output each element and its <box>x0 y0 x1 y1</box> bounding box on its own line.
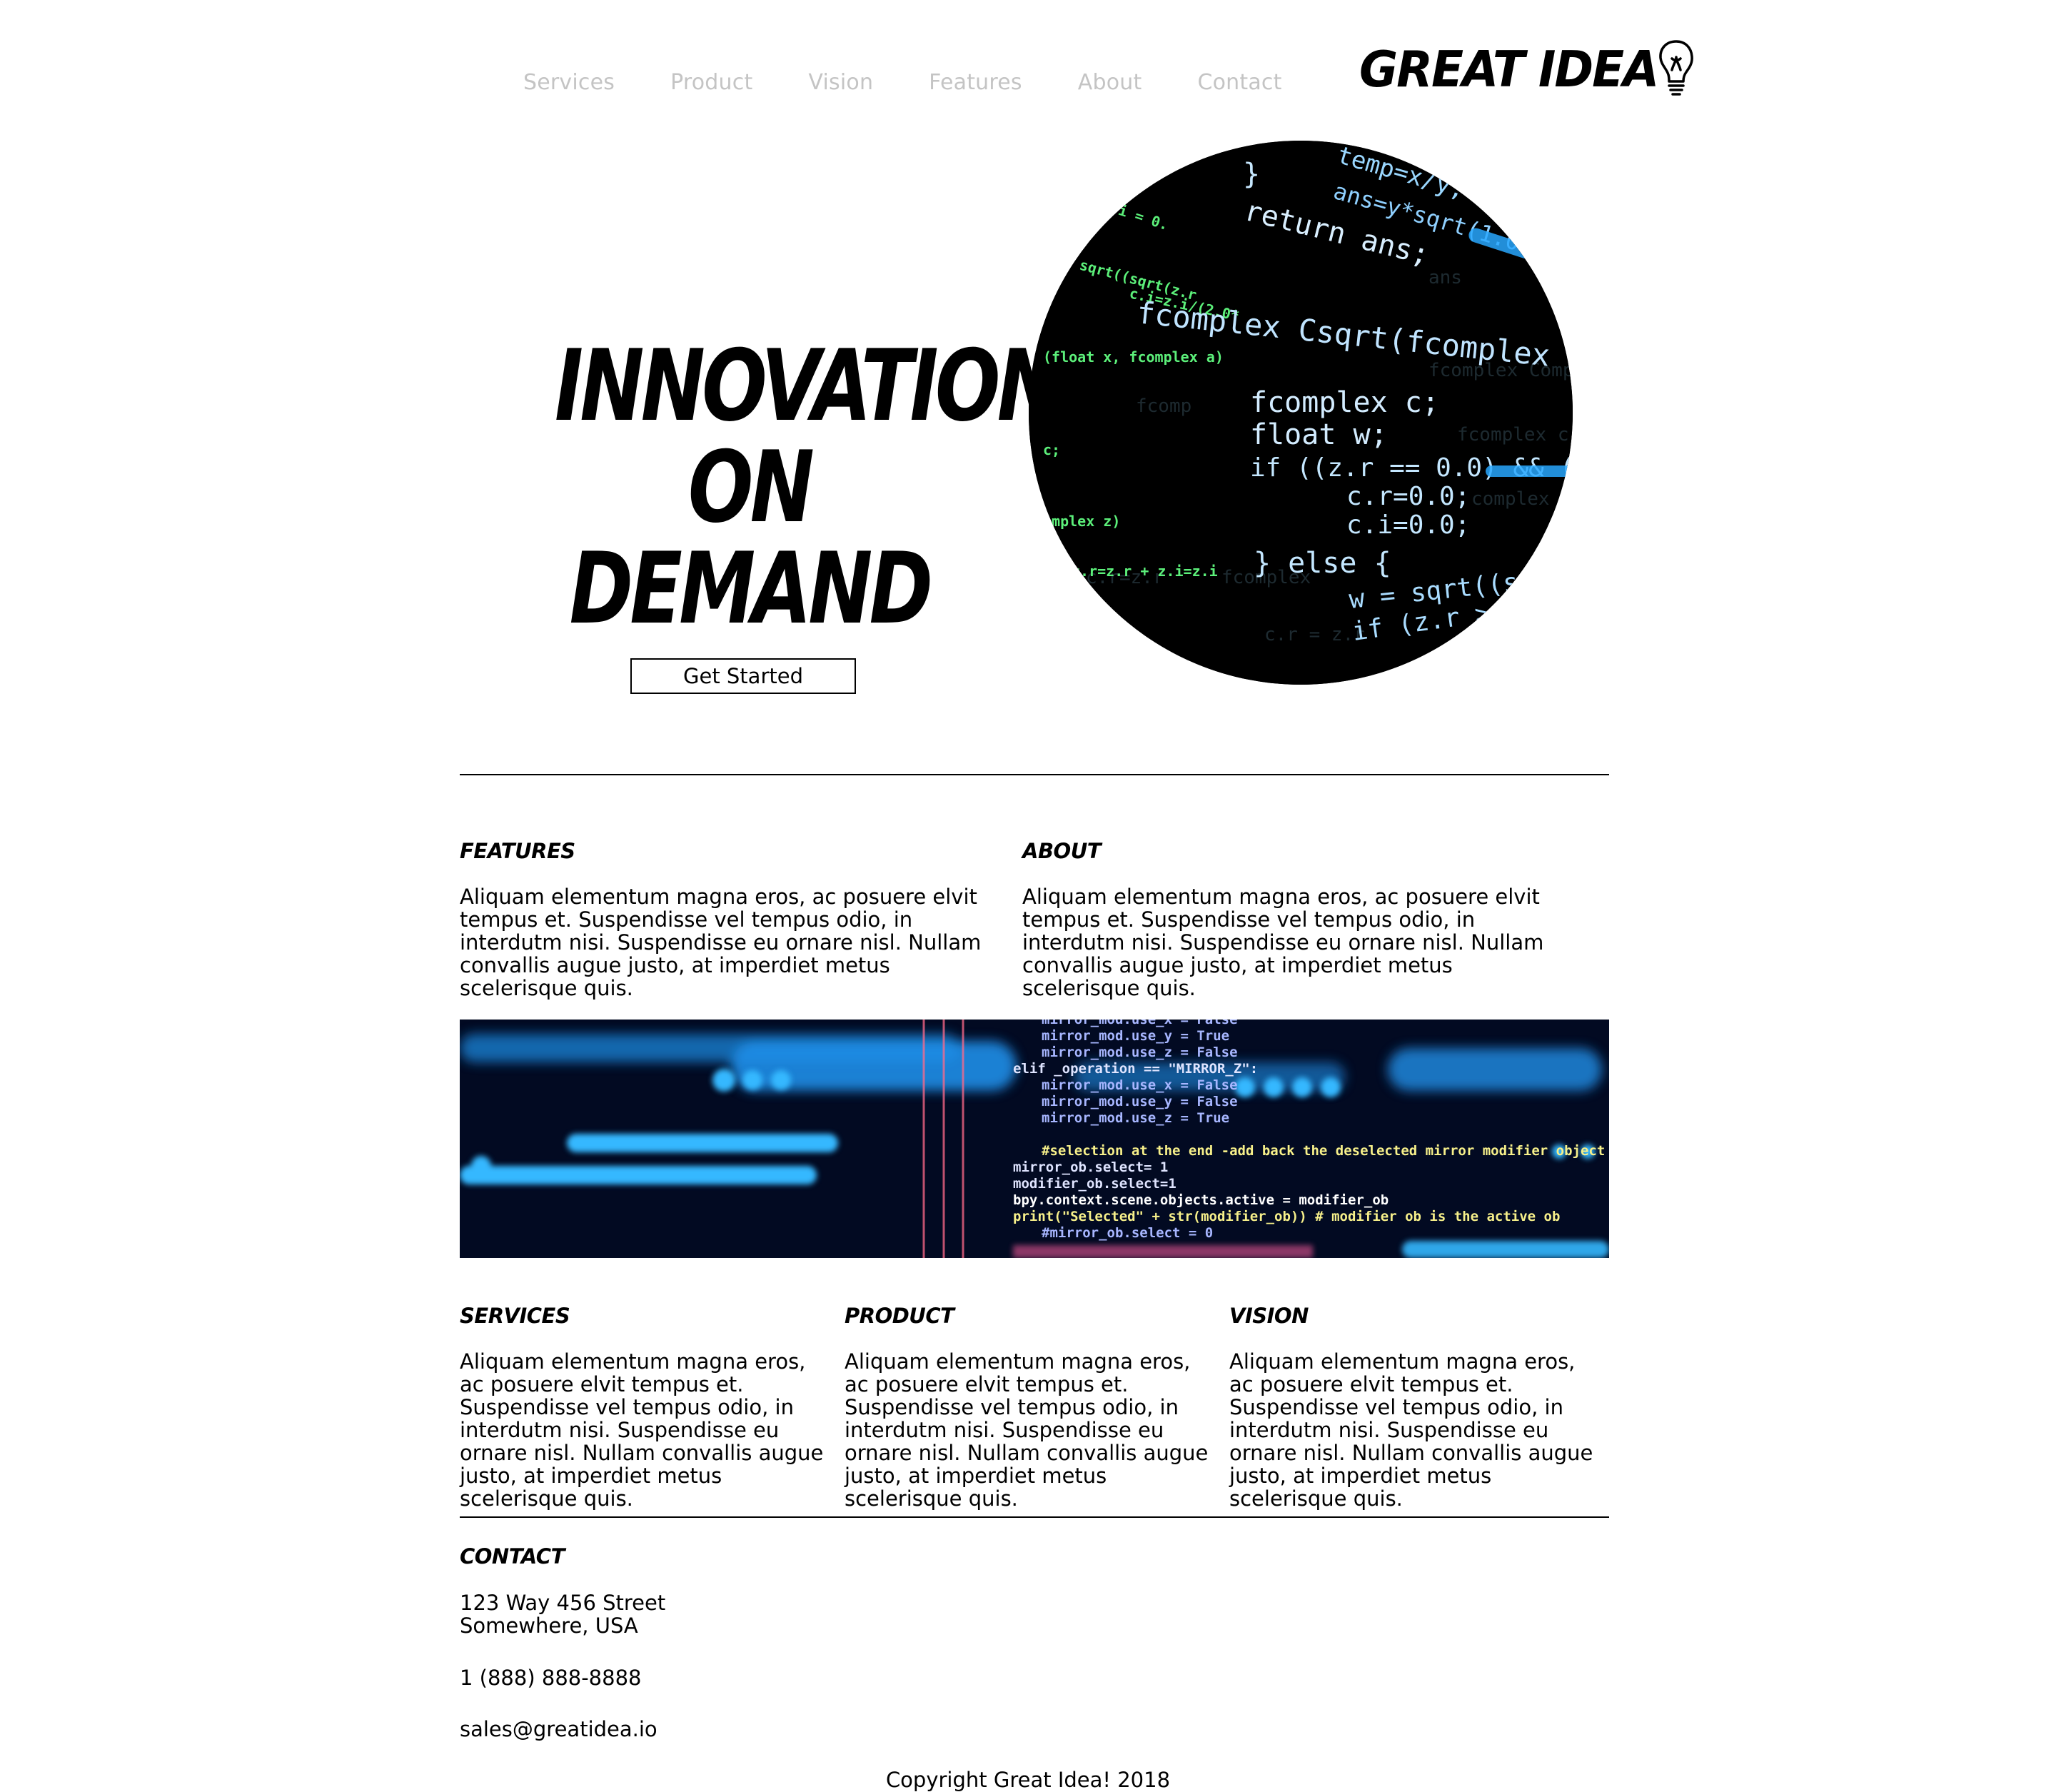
lightbulb-icon <box>1659 40 1694 96</box>
contact-address-line-1: 123 Way 456 Street <box>460 1591 666 1615</box>
banner-code-line-7: mirror_mod.use_z = True <box>1042 1110 1229 1126</box>
hero-code-line-9: c.r=0.0; <box>1346 482 1470 511</box>
banner-code-line-5: mirror_mod.use_x = False <box>1042 1077 1238 1093</box>
nav-link-about[interactable]: About <box>1078 70 1142 95</box>
banner-code-line-13: #mirror_ob.select = 0 <box>1042 1225 1213 1241</box>
svg-text:z.r=z.r + z.i=z.i: z.r=z.r + z.i=z.i <box>1072 563 1218 580</box>
divider-bottom <box>460 1516 1609 1518</box>
services-text: Aliquam elementum magna eros, ac posuere… <box>460 1349 824 1511</box>
contact-email-link[interactable]: sales@greatidea.io <box>460 1718 657 1741</box>
code-banner-image: mirror_mod.use_x = False mirror_mod.use_… <box>460 1020 1609 1258</box>
hero-title: INNOVATION ON DEMAND <box>555 328 1062 646</box>
banner-code-line-8: #selection at the end -add back the dese… <box>1042 1143 1605 1159</box>
product-heading: PRODUCT <box>845 1304 954 1328</box>
landing-page: Services Product Vision Features About C… <box>0 0 2056 1792</box>
hero-code-line-7: float w; <box>1250 418 1388 451</box>
banner-code-line-4: elif _operation == "MIRROR_Z": <box>1013 1061 1258 1077</box>
hero-code-line-11: } else { <box>1254 547 1391 580</box>
banner-code-line-9: mirror_ob.select= 1 <box>1013 1159 1168 1175</box>
vision-text: Aliquam elementum magna eros, ac posuere… <box>1229 1349 1593 1511</box>
nav-link-vision[interactable]: Vision <box>808 70 873 95</box>
nav-link-contact[interactable]: Contact <box>1197 70 1281 95</box>
banner-code-line-12: print("Selected" + str(modifier_ob)) # m… <box>1013 1209 1560 1224</box>
svg-text:fcomp: fcomp <box>1136 396 1191 417</box>
footer-copyright: Copyright Great Idea! 2018 <box>885 1768 1171 1792</box>
get-started-button[interactable]: Get Started <box>630 658 856 694</box>
features-text: Aliquam elementum magna eros, ac posuere… <box>460 885 982 1000</box>
svg-text:ans: ans <box>1428 267 1462 288</box>
logo[interactable]: GREAT IDEA <box>1359 37 1698 99</box>
banner-code-line-6: mirror_mod.use_y = False <box>1042 1094 1238 1109</box>
features-heading: FEATURES <box>460 839 575 863</box>
banner-code-line-11: bpy.context.scene.objects.active = modif… <box>1013 1192 1389 1208</box>
svg-text:c.r = z.r: c.r = z.r <box>1264 624 1365 645</box>
banner-code-line-10: modifier_ob.select=1 <box>1013 1176 1176 1192</box>
services-heading: SERVICES <box>460 1304 570 1328</box>
svg-text:c;: c; <box>1043 441 1060 458</box>
nav-link-services[interactable]: Services <box>523 70 615 95</box>
banner-code-line-3: mirror_mod.use_z = False <box>1042 1045 1238 1060</box>
divider-top <box>460 774 1609 775</box>
logo-text: GREAT IDEA <box>1359 41 1659 99</box>
nav-link-features[interactable]: Features <box>929 70 1022 95</box>
hero-code-line-3: } <box>1243 158 1260 191</box>
hero-code-graphic: fcomplex Complex fcomplex c; complex Co … <box>1029 141 1573 685</box>
about-text: Aliquam elementum magna eros, ac posuere… <box>1022 885 1544 1000</box>
hero-code-line-10: c.i=0.0; <box>1346 510 1470 540</box>
svg-text:omplex z): omplex z) <box>1043 513 1120 530</box>
contact-heading: CONTACT <box>460 1544 565 1569</box>
main-nav: Services Product Vision Features About C… <box>523 70 1282 95</box>
hero-title-line-3: DEMAND <box>569 531 933 646</box>
hero-code-line-6: fcomplex c; <box>1250 386 1439 419</box>
vision-heading: VISION <box>1229 1304 1309 1328</box>
svg-text:complex Co: complex Co <box>1471 488 1573 510</box>
contact-address-line-2: Somewhere, USA <box>460 1614 638 1638</box>
banner-code-line-1: mirror_mod.use_x = False <box>1042 1020 1238 1027</box>
hero-code-image: fcomplex Complex fcomplex c; complex Co … <box>1029 141 1573 685</box>
svg-text:fcomplex c;: fcomplex c; <box>1457 424 1573 446</box>
hero-title-line-2: ON <box>687 430 815 545</box>
hero-title-line-1: INNOVATION <box>555 328 1062 443</box>
banner-code-graphic: mirror_mod.use_x = False mirror_mod.use_… <box>460 1020 1609 1258</box>
about-heading: ABOUT <box>1022 839 1102 863</box>
nav-link-product[interactable]: Product <box>670 70 752 95</box>
product-text: Aliquam elementum magna eros, ac posuere… <box>845 1349 1209 1511</box>
contact-phone: 1 (888) 888-8888 <box>460 1666 642 1690</box>
svg-text:(float x, fcomplex a): (float x, fcomplex a) <box>1043 348 1224 366</box>
banner-code-line-2: mirror_mod.use_y = True <box>1042 1028 1229 1044</box>
